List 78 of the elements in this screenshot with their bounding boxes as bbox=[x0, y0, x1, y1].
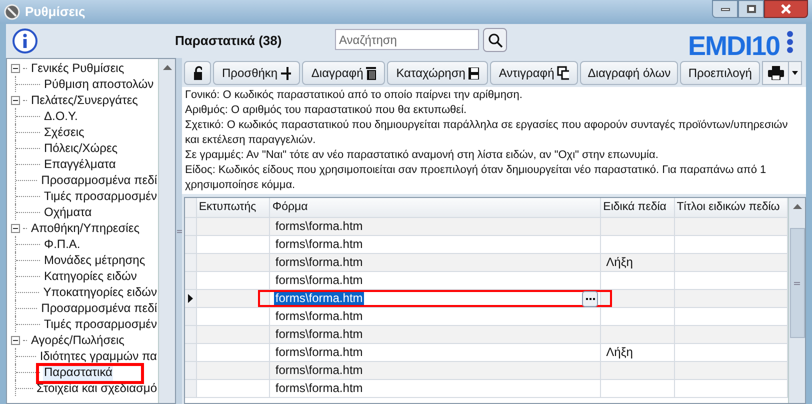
tree-item[interactable]: Οχήματα bbox=[43, 203, 93, 221]
toolbar-button[interactable]: Προεπιλογή bbox=[680, 61, 760, 85]
minimize-button[interactable] bbox=[712, 0, 738, 18]
toolbar-button[interactable]: Προσθήκη bbox=[213, 61, 300, 85]
search-field[interactable]: Αναζήτηση bbox=[335, 29, 479, 50]
table-cell: forms\forma.htm bbox=[274, 326, 364, 340]
table-cell: forms\forma.htm bbox=[274, 236, 364, 250]
table-cell: forms\forma.htm bbox=[274, 272, 364, 286]
save-icon bbox=[468, 66, 479, 80]
padlock-icon bbox=[193, 66, 202, 80]
tree-item[interactable]: Επαγγέλματα bbox=[43, 155, 117, 173]
more-icon[interactable] bbox=[786, 31, 794, 53]
column-header[interactable]: Εκτυπωτής bbox=[196, 198, 270, 217]
lock-button[interactable] bbox=[184, 61, 211, 85]
printer-icon bbox=[768, 66, 784, 80]
scroll-thumb[interactable] bbox=[790, 228, 805, 338]
print-button[interactable] bbox=[762, 61, 802, 85]
scroll-up-icon[interactable] bbox=[792, 204, 802, 209]
page-title: Παραστατικά (38) bbox=[175, 32, 282, 50]
tree-item[interactable]: Αγορές/Πωλήσεις bbox=[30, 331, 126, 349]
tree-item[interactable]: Φ.Π.Α. bbox=[43, 235, 82, 253]
table-cell: forms\forma.htm bbox=[274, 254, 364, 268]
toolbar-button[interactable]: Αντιγραφή bbox=[490, 61, 578, 85]
tree-item[interactable]: Υποκατηγορίες ειδών bbox=[42, 283, 158, 301]
description-text: Είδος: Κωδικός είδους που χρησιμοποιείται σαν προεπιλογή όταν δημιουργείται νέο παραστατικό. Για παραπάνω από 1 χρησιμοποίησε κόμμα. bbox=[185, 163, 768, 193]
column-header[interactable]: Φόρμα bbox=[270, 198, 601, 217]
tree-item[interactable]: Σχέσεις bbox=[43, 123, 86, 141]
tree-item[interactable]: Προσαρμοσμένα πεδί bbox=[40, 171, 158, 189]
toolbar-button[interactable]: Καταχώρηση bbox=[387, 61, 488, 85]
tree-item[interactable]: Τιμές προσαρμοσμέν bbox=[42, 315, 158, 333]
trash-icon bbox=[366, 66, 376, 80]
tree-item[interactable]: Πόλεις/Χώρες bbox=[43, 139, 119, 157]
logo: EMDI10 bbox=[688, 30, 780, 63]
search-button[interactable] bbox=[483, 28, 507, 52]
info-icon[interactable] bbox=[12, 28, 38, 54]
close-icon bbox=[781, 4, 791, 14]
table-cell: forms\forma.htm bbox=[274, 362, 364, 376]
tree-item[interactable]: Γενικές Ρυθμίσεις bbox=[30, 59, 126, 77]
collapse-icon[interactable] bbox=[11, 224, 20, 232]
tree-item[interactable]: Ρύθμιση αποστολών bbox=[43, 75, 155, 93]
column-header[interactable]: Τίτλοι ειδικών πεδίω bbox=[674, 198, 788, 217]
tree-item[interactable]: Μονάδες μέτρησης bbox=[43, 251, 146, 269]
description-text: Αριθμός: Ο αριθμός του παραστατικού που θα εκτυπωθεί. bbox=[185, 103, 468, 118]
search-icon bbox=[488, 32, 502, 48]
row-header[interactable] bbox=[185, 289, 196, 307]
tree-item[interactable]: Αποθήκη/Υπηρεσίες bbox=[30, 219, 140, 237]
table-cell: forms\forma.htm bbox=[274, 344, 364, 358]
window-title: Ρυθμίσεις bbox=[25, 3, 86, 22]
table-cell: Λήξη bbox=[605, 254, 634, 268]
description-text: Σε γραμμές: Αν "Ναι" τότε αν νέο παραστατικό αναμονή στη λίστα ειδών, αν "Οχι" στην επωνυμία. bbox=[185, 148, 660, 163]
caret-icon bbox=[792, 71, 798, 75]
toolbar-button[interactable]: Διαγραφή όλων bbox=[580, 61, 678, 85]
maximize-button[interactable] bbox=[738, 0, 764, 18]
toolbar-button[interactable]: Διαγραφή bbox=[302, 61, 386, 85]
table-cell: forms\forma.htm bbox=[274, 308, 364, 322]
copy-icon bbox=[557, 66, 570, 80]
browse-button[interactable] bbox=[582, 290, 598, 306]
description-text: Σχετικό: Ο κωδικός παραστατικού που δημιουργείται παράλληλα σε εργασίες που αφορούν συνταγές προϊόντων/υπηρεσιών και εκτέλεση παραγγελιών. bbox=[185, 118, 789, 148]
tree-item[interactable]: Τιμές προσαρμοσμέν bbox=[42, 187, 158, 205]
tree-item[interactable]: Προσαρμοσμένα πεδί bbox=[40, 299, 158, 317]
current-row-icon bbox=[188, 294, 193, 302]
table-cell: forms\forma.htm bbox=[274, 380, 364, 394]
plus-icon bbox=[280, 66, 292, 80]
tree-item[interactable]: Πελάτες/Συνεργάτες bbox=[30, 91, 139, 109]
app-icon bbox=[4, 4, 20, 20]
tree-item[interactable]: Ιδιότητες γραμμών πα bbox=[38, 347, 158, 365]
tree-item[interactable]: Κατηγορίες ειδών bbox=[43, 267, 138, 285]
description-text: Γονικό: Ο κωδικός παραστατικού από το οποίο παίρνει την αρίθμηση. bbox=[185, 88, 524, 103]
collapse-icon[interactable] bbox=[11, 96, 20, 104]
collapse-icon[interactable] bbox=[11, 336, 20, 344]
column-header[interactable]: Ειδικά πεδία bbox=[600, 198, 674, 217]
tree-item[interactable]: Στοιχεία και σχεδιασμό bbox=[36, 379, 158, 397]
table-cell: Λήξη bbox=[605, 344, 634, 358]
scroll-up-icon[interactable] bbox=[162, 65, 172, 70]
table-cell: forms\forma.htm bbox=[274, 218, 364, 232]
collapse-icon[interactable] bbox=[11, 64, 20, 72]
tree-item[interactable]: Δ.Ο.Υ. bbox=[43, 107, 79, 125]
close-button[interactable] bbox=[764, 0, 808, 18]
